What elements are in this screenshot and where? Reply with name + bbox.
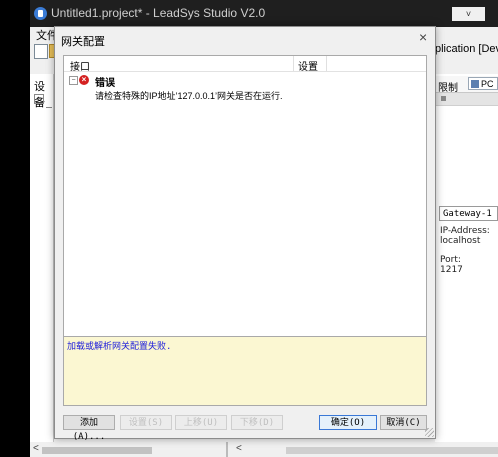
app-logo-icon (34, 7, 47, 20)
column-settings[interactable]: 设置 (298, 58, 318, 73)
application-breadcrumb: plication [Device (435, 43, 498, 55)
window-title: Untitled1.project* - LeadSys Studio V2.0 (51, 6, 266, 20)
message-text: 加载或解析网关配置失败. (67, 342, 172, 352)
port-label: Port: (440, 255, 461, 265)
scrollbar-thumb-left[interactable] (42, 447, 152, 454)
error-icon: × (79, 75, 89, 85)
message-box: 加载或解析网关配置失败. (63, 336, 427, 406)
chevron-down-icon[interactable]: ˅ (452, 7, 485, 21)
properties-pane: 限制 PC Gateway-1 IP-Address: localhost Po… (435, 74, 498, 457)
scroll-left-icon[interactable]: < (33, 443, 39, 454)
ok-button[interactable]: 确定(O) (319, 415, 377, 430)
column-interface[interactable]: 接口 (70, 58, 90, 73)
error-node-message[interactable]: 请检查特殊的IP地址’127.0.0.1’网关是否在运行. (95, 89, 283, 102)
port-value: 1217 (440, 265, 463, 275)
move-down-button[interactable]: 下移(D) (231, 415, 283, 430)
dialog-title: 网关配置 (61, 36, 105, 48)
gateway-select[interactable]: Gateway-1 (439, 206, 498, 221)
new-file-icon[interactable] (34, 44, 48, 59)
list-header: 接口 设置 (64, 56, 426, 73)
scroll-left-icon[interactable]: < (236, 443, 242, 454)
tree-line (46, 107, 52, 116)
tab-pc-label: PC (481, 79, 494, 89)
tree-expand-icon[interactable]: − (34, 94, 44, 104)
column-divider[interactable] (326, 56, 327, 71)
title-bar: Untitled1.project* - LeadSys Studio V2.0… (30, 0, 498, 27)
add-button[interactable]: 添加(A)... (63, 415, 115, 442)
status-scrollbars: < < (30, 442, 498, 457)
devices-pane: 设备 − (30, 74, 54, 457)
tab-limits[interactable]: 限制 (438, 79, 458, 94)
properties-tabs: 限制 PC (435, 76, 498, 94)
settings-button[interactable]: 设置(S) (120, 415, 172, 430)
cancel-button[interactable]: 取消(C) (380, 415, 427, 430)
scrollbar-thumb-right[interactable] (286, 447, 498, 454)
error-node-title[interactable]: 错误 (95, 74, 115, 89)
column-divider[interactable] (293, 56, 294, 71)
resize-grip-icon[interactable] (425, 428, 434, 437)
tab-pc[interactable]: PC (468, 77, 498, 90)
strip-icon (441, 96, 446, 101)
gateway-tree-list[interactable]: 接口 设置 − × 错误 请检查特殊的IP地址’127.0.0.1’网关是否在运… (63, 55, 427, 355)
pc-icon (471, 80, 479, 88)
collapse-icon[interactable]: − (69, 76, 78, 85)
ip-address-label: IP-Address: (440, 226, 490, 236)
properties-strip (435, 93, 498, 106)
close-icon[interactable]: × (419, 29, 427, 45)
pane-divider[interactable] (226, 442, 228, 457)
move-up-button[interactable]: 上移(U) (175, 415, 227, 430)
ip-address-value: localhost (440, 236, 481, 246)
gateway-config-dialog: 网关配置 × 接口 设置 − × 错误 请检查特殊的IP地址’127.0.0.1… (54, 26, 436, 442)
